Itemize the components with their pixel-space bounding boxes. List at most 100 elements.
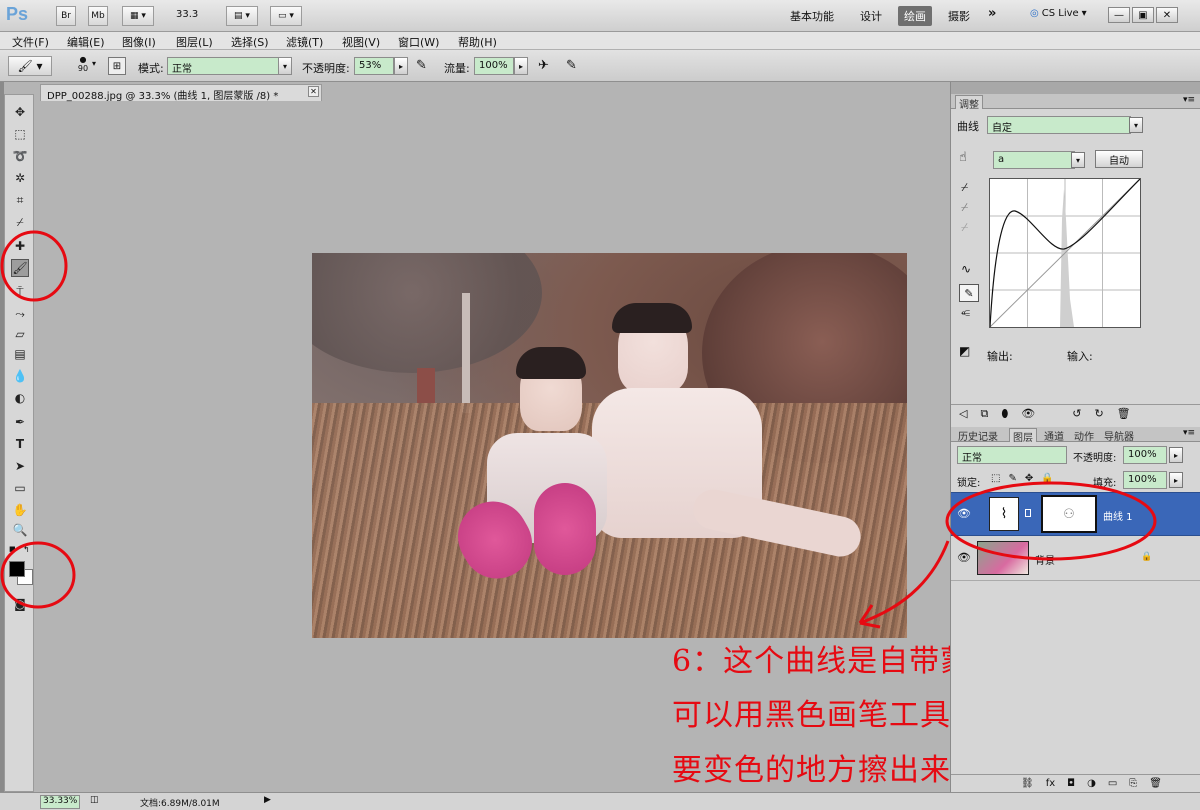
zoom-level[interactable]: 33.3 [176, 9, 198, 20]
lasso-tool-icon[interactable]: ➰ [11, 147, 29, 165]
channel-dropdown-icon[interactable]: ▾ [1071, 152, 1085, 168]
arrange-documents-button[interactable]: ▤ ▾ [226, 6, 258, 26]
tool-preset-picker[interactable]: 🖌 ▾ [8, 56, 52, 76]
histogram [1060, 189, 1074, 327]
new-adjustment-layer-icon[interactable]: ◑ [1087, 778, 1096, 789]
opacity-slider-icon[interactable]: ▸ [394, 57, 408, 75]
blend-mode-select[interactable]: 正常 [167, 57, 279, 75]
smooth-curve-icon[interactable]: ⥺ [961, 306, 970, 320]
channel-select[interactable]: a [993, 151, 1075, 169]
application-bar: Ps Br Mb ▦ ▾ 33.3 ▤ ▾ ▭ ▾ 基本功能 设计 绘画 摄影 … [0, 0, 1200, 32]
tab-actions[interactable]: 动作 [1071, 428, 1097, 443]
delete-adjustment-icon[interactable]: 🗑 [1117, 407, 1131, 420]
expanded-view-icon[interactable]: ⧉ [980, 407, 988, 421]
on-image-adjustment-icon[interactable]: ☝ [959, 150, 967, 165]
fill-slider-icon[interactable]: ▸ [1169, 472, 1183, 488]
delete-layer-icon[interactable]: 🗑 [1149, 778, 1162, 789]
tablet-pressure-opacity-icon[interactable]: ✎ [416, 58, 427, 73]
photoshop-logo: Ps [6, 4, 29, 24]
menu-select[interactable]: 选择(S) [231, 34, 269, 50]
layers-panel-tabs: 历史记录 图层 通道 动作 导航器 ▾≡ [951, 427, 1200, 444]
close-document-icon[interactable]: ✕ [308, 86, 319, 97]
curves-graph[interactable] [989, 178, 1141, 328]
document-canvas[interactable] [312, 253, 907, 638]
bridge-button[interactable]: Br [56, 6, 76, 26]
new-layer-icon[interactable]: ⎘ [1129, 778, 1137, 789]
workspace-photography[interactable]: 摄影 [948, 8, 970, 24]
tab-layers[interactable]: 图层 [1009, 428, 1037, 444]
layer-opacity-slider-icon[interactable]: ▸ [1169, 447, 1183, 463]
foreground-color-swatch[interactable] [9, 561, 25, 577]
input-label: 输入: [1067, 350, 1093, 363]
add-mask-icon[interactable]: ◘ [1067, 778, 1075, 789]
curves-graph-svg [989, 178, 1141, 328]
curves-preset-select[interactable]: 自定 [987, 116, 1131, 134]
cs-live-icon: ◎ [1030, 8, 1039, 19]
close-window-button[interactable]: ✕ [1156, 7, 1178, 23]
girl-hair [612, 303, 692, 333]
menu-edit[interactable]: 编辑(E) [67, 34, 105, 50]
status-menu-arrow-icon[interactable]: ▶ [264, 795, 271, 805]
options-bar: 🖌 ▾ ● 90 ▾ ⊞ 模式: 正常 ▾ 不透明度: 53% ▸ ✎ 流量: … [0, 50, 1200, 82]
status-zoom-input[interactable]: 33.33% [40, 795, 80, 809]
layer-blend-mode-select[interactable]: 正常 [957, 446, 1067, 464]
layers-panel-menu-icon[interactable]: ▾≡ [1183, 428, 1195, 438]
menu-layer[interactable]: 图层(L) [176, 34, 213, 50]
marquee-tool-icon[interactable]: ⬚ [11, 125, 29, 143]
visibility-icon[interactable]: 👁 [1021, 407, 1035, 420]
mini-bridge-button[interactable]: Mb [88, 6, 108, 26]
tab-history[interactable]: 历史记录 [955, 428, 1001, 443]
clip-to-layer-icon[interactable]: ⬮ [1001, 407, 1008, 421]
curve-point-edit-icon[interactable]: ∿ [961, 262, 971, 276]
workspace-design[interactable]: 设计 [860, 8, 882, 24]
document-tab[interactable]: DPP_00288.jpg @ 33.3% (曲线 1, 图层蒙版 /8) * [40, 84, 322, 102]
status-bar: 33.33% ◫ 文档:6.89M/8.01M ▶ [0, 792, 1200, 810]
menu-file[interactable]: 文件(F) [12, 34, 49, 50]
preset-dropdown-icon[interactable]: ▾ [1129, 117, 1143, 133]
view-extras-button[interactable]: ▦ ▾ [122, 6, 154, 26]
tab-adjustments[interactable]: 调整 [955, 95, 983, 111]
menu-window[interactable]: 窗口(W) [398, 34, 439, 50]
new-group-icon[interactable]: ▭ [1108, 778, 1117, 789]
white-point-eyedropper-icon[interactable]: ⌿ [961, 220, 968, 235]
flow-input[interactable]: 100% [474, 57, 514, 75]
flow-slider-icon[interactable]: ▸ [514, 57, 528, 75]
move-tool-icon[interactable]: ✥ [11, 103, 29, 121]
workspace-painting[interactable]: 绘画 [898, 6, 932, 26]
status-info-icon[interactable]: ◫ [90, 795, 99, 805]
menu-image[interactable]: 图像(I) [122, 34, 156, 50]
crop-tool-icon[interactable]: ⌗ [11, 191, 29, 209]
brush-picker-arrow-icon[interactable]: ▾ [92, 59, 96, 68]
airbrush-icon[interactable]: ✈ [538, 58, 549, 73]
layer-style-icon[interactable]: fx [1046, 778, 1055, 789]
menu-view[interactable]: 视图(V) [342, 34, 380, 50]
maximize-button[interactable]: ▣ [1132, 7, 1154, 23]
menu-filter[interactable]: 滤镜(T) [286, 34, 323, 50]
link-layers-icon[interactable]: ⛓ [1021, 778, 1034, 789]
return-to-list-icon[interactable]: ◁ [959, 407, 967, 420]
blend-mode-dropdown-icon[interactable]: ▾ [278, 57, 292, 75]
workspace-essentials[interactable]: 基本功能 [790, 8, 834, 24]
layers-footer: ⛓ fx ◘ ◑ ▭ ⎘ 🗑 [951, 774, 1200, 792]
curve-pencil-icon[interactable]: ✎ [959, 284, 979, 302]
quick-selection-tool-icon[interactable]: ✲ [11, 169, 29, 187]
cs-live-menu[interactable]: ◎ CS Live ▾ [1030, 8, 1087, 19]
tab-navigator[interactable]: 导航器 [1101, 428, 1137, 443]
opacity-input[interactable]: 53% [354, 57, 394, 75]
view-previous-icon[interactable]: ↺ [1072, 407, 1081, 420]
panel-dock-header [951, 82, 1200, 94]
black-point-eyedropper-icon[interactable]: ⌿ [961, 180, 968, 195]
gray-point-eyedropper-icon[interactable]: ⌿ [961, 200, 968, 215]
screen-mode-button[interactable]: ▭ ▾ [270, 6, 302, 26]
adjustments-panel-menu-icon[interactable]: ▾≡ [1183, 95, 1195, 105]
adjustments-tabs: 调整 ▾≡ [951, 94, 1200, 111]
reset-icon[interactable]: ↻ [1094, 407, 1103, 420]
tab-channels[interactable]: 通道 [1041, 428, 1067, 443]
minimize-button[interactable]: — [1108, 7, 1130, 23]
auto-button[interactable]: 自动 [1095, 150, 1143, 168]
brush-panel-toggle-icon[interactable]: ⊞ [108, 57, 126, 75]
layer-opacity-input[interactable]: 100% [1123, 446, 1167, 464]
tablet-pressure-size-icon[interactable]: ✎ [566, 58, 577, 73]
more-workspaces-icon[interactable]: » [988, 6, 996, 21]
menu-help[interactable]: 帮助(H) [458, 34, 497, 50]
